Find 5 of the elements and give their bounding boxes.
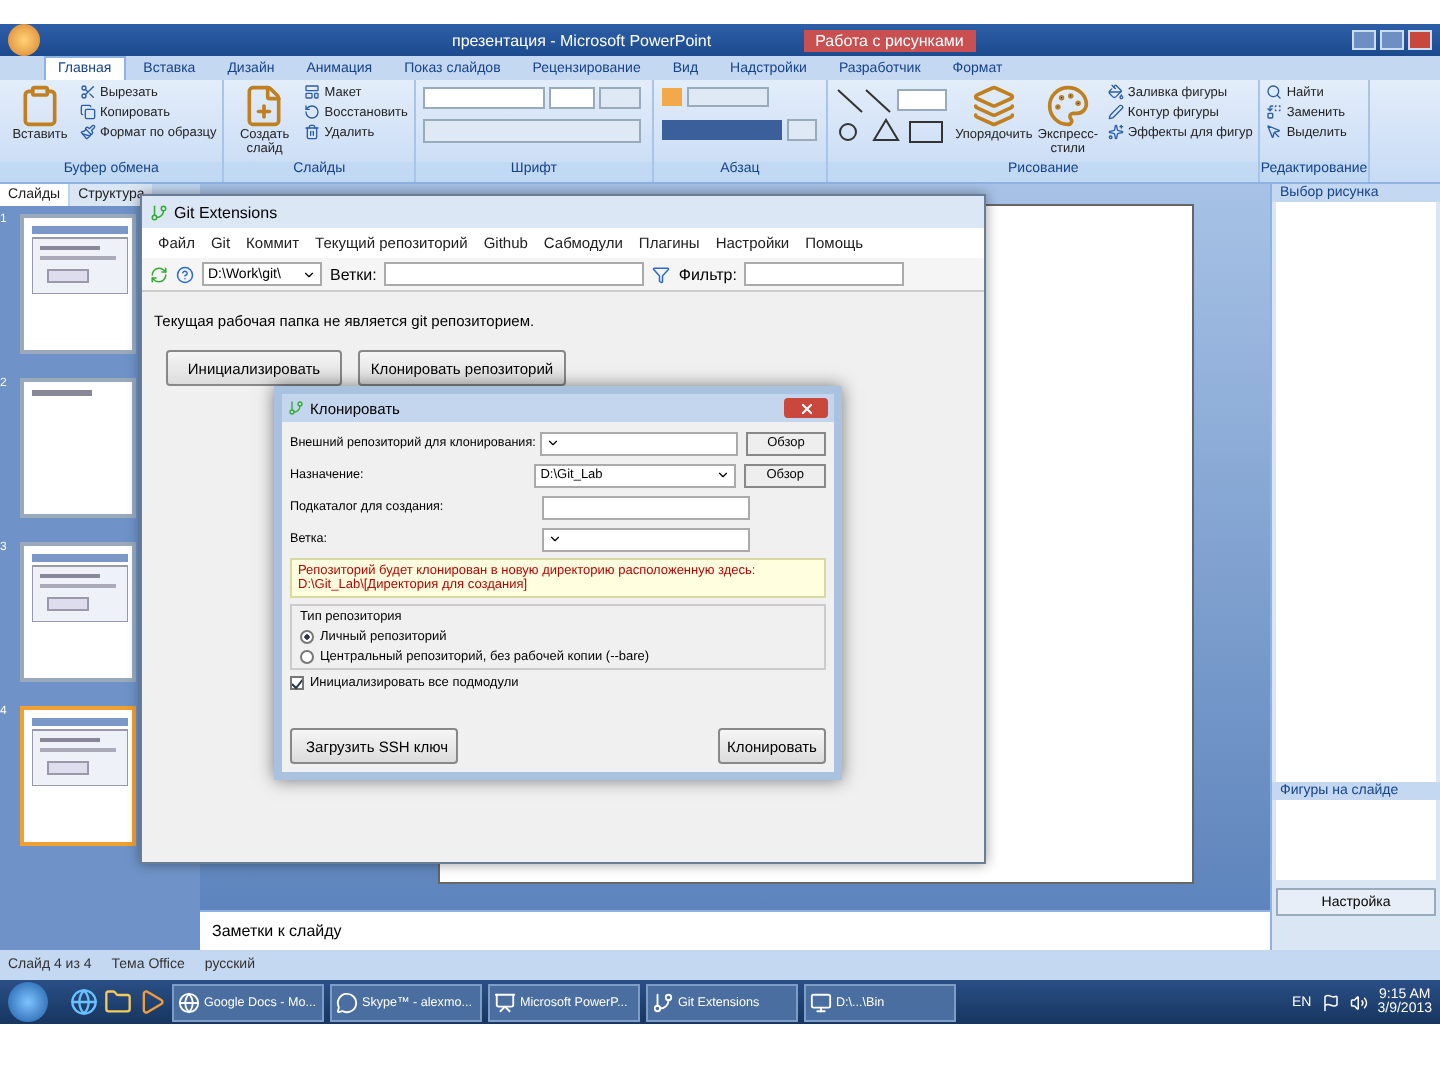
window-title: презентация - Microsoft PowerPoint bbox=[452, 31, 712, 49]
window-title: Git Extensions bbox=[174, 203, 278, 221]
filter-label: Фильтр: bbox=[678, 265, 737, 283]
branches-label: Ветки: bbox=[330, 265, 377, 283]
context-tab-title: Работа с рисунками bbox=[803, 29, 976, 51]
